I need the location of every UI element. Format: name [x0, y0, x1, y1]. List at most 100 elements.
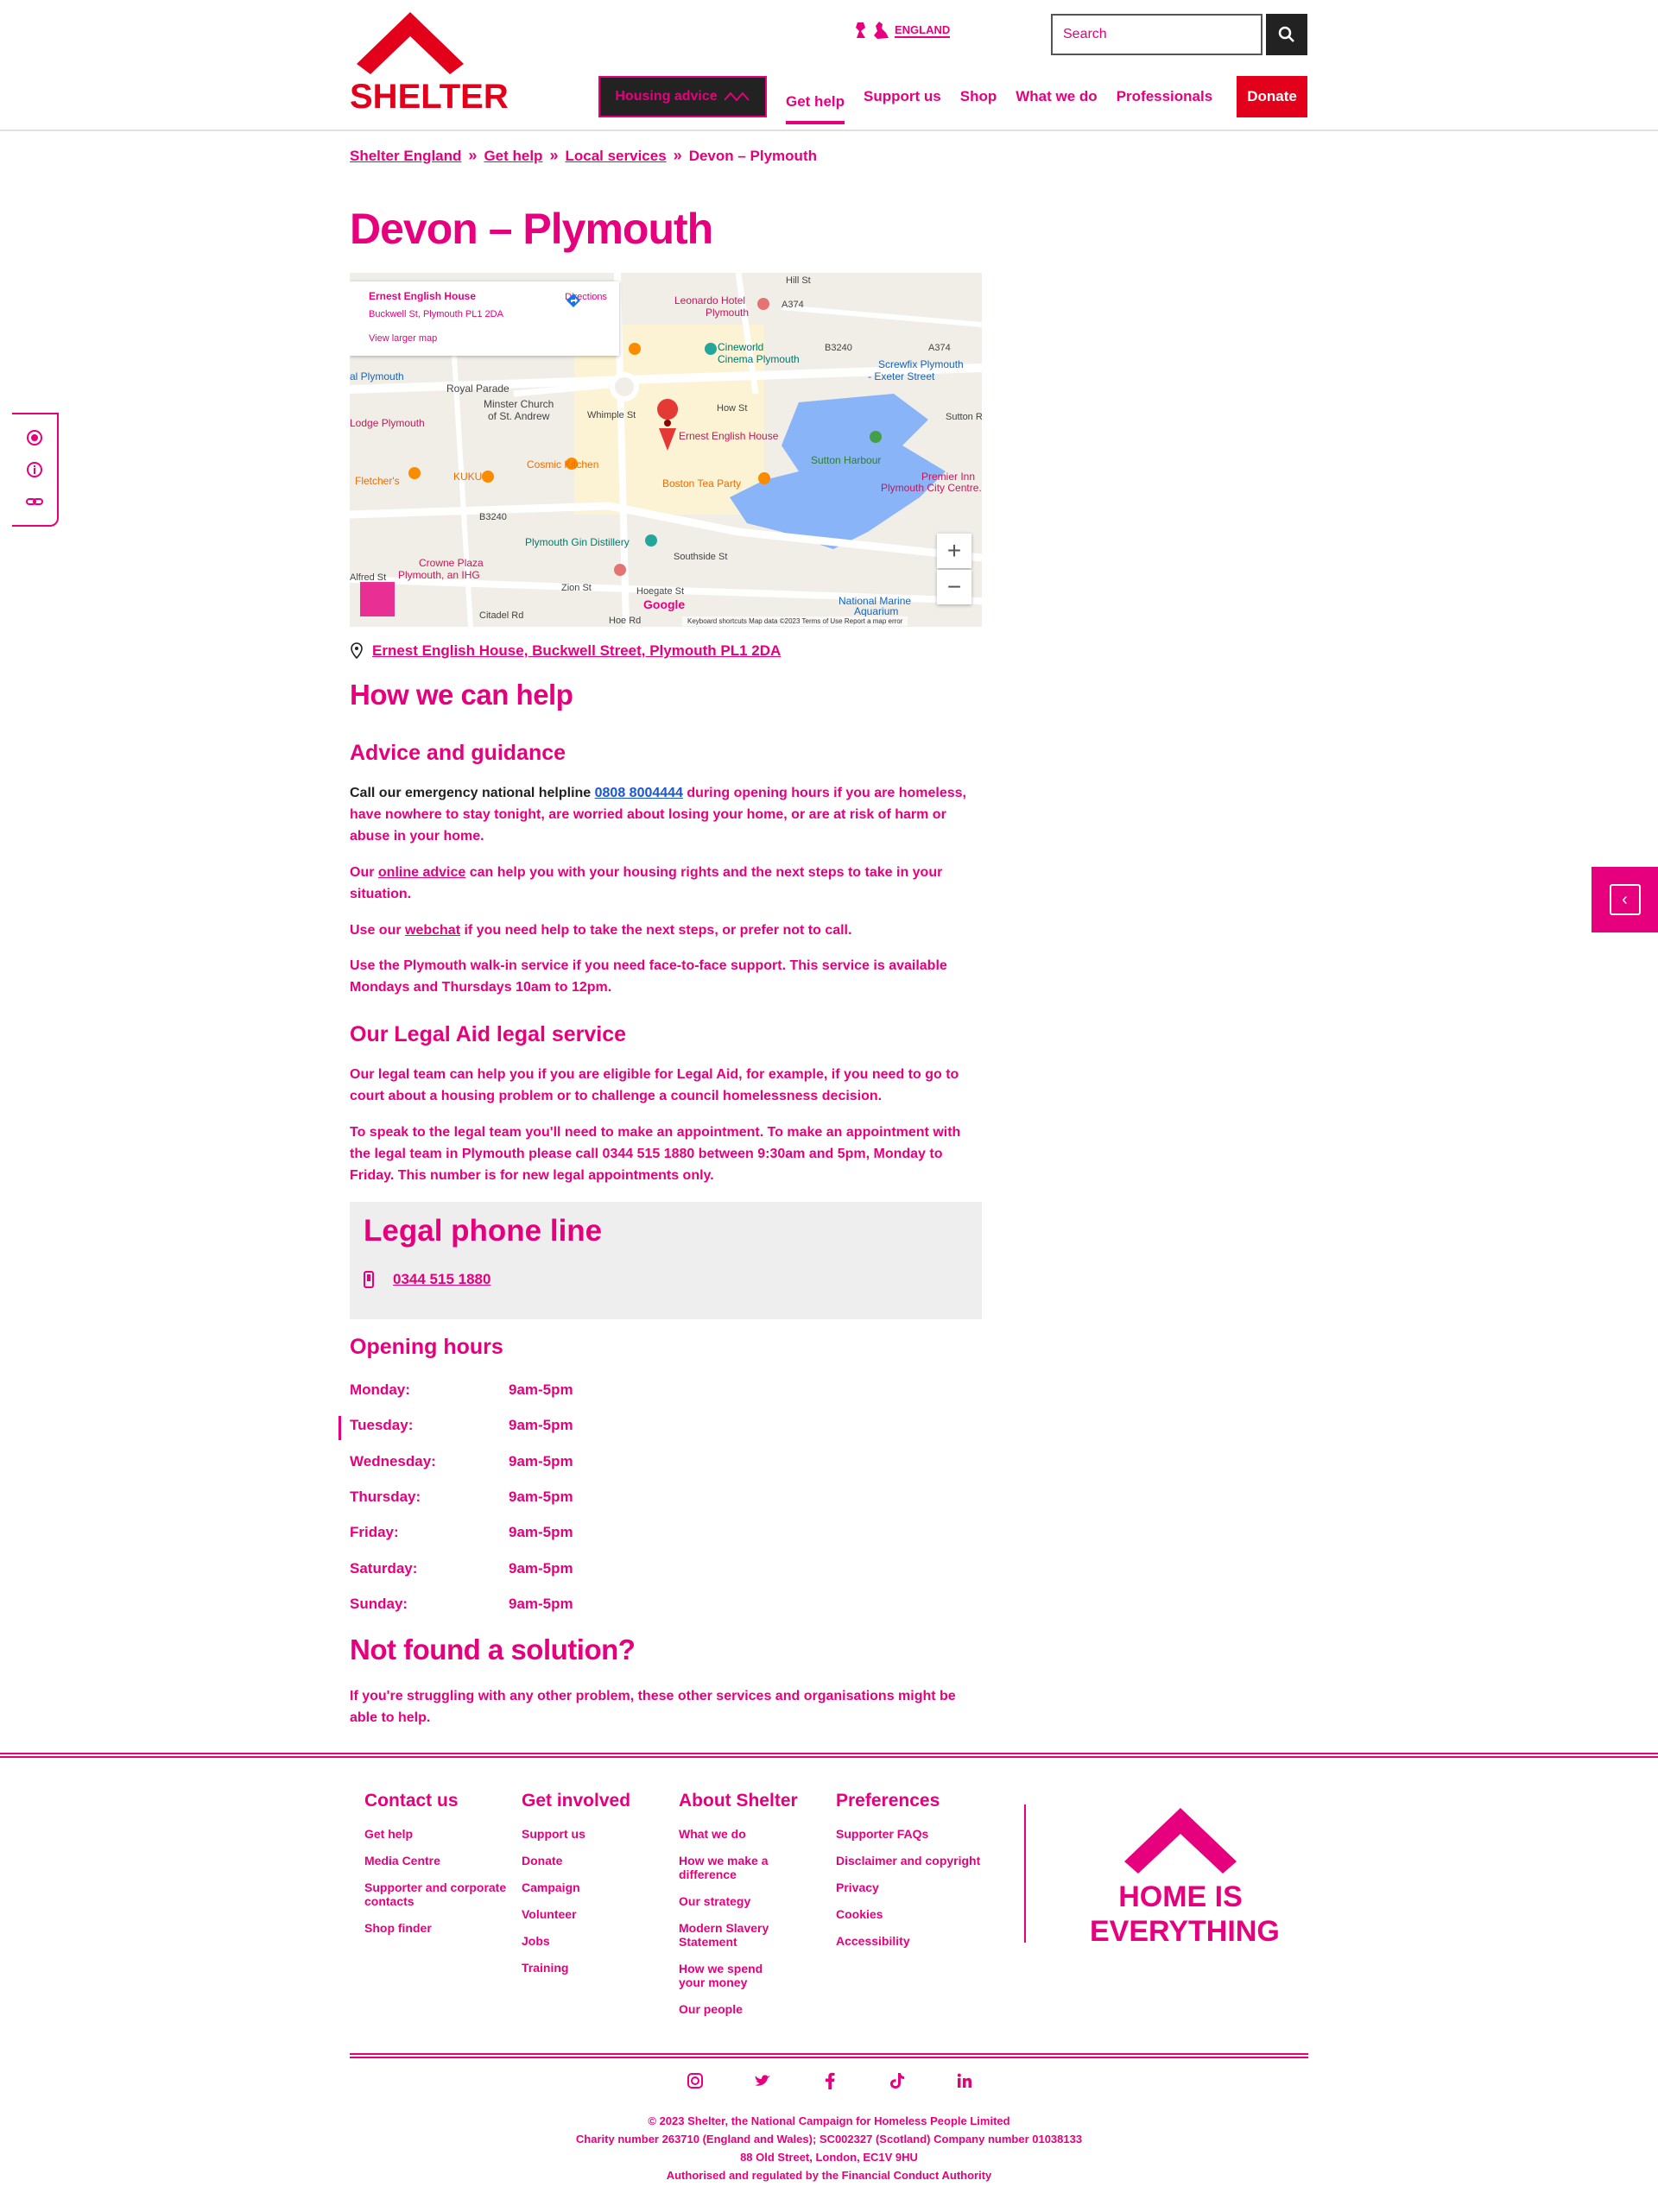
shelter-logo[interactable]: SHELTER: [350, 12, 509, 116]
svg-text:Sutton Rd: Sutton Rd: [946, 412, 982, 422]
svg-text:Sutton Harbour: Sutton Harbour: [811, 454, 881, 466]
svg-text:Leonardo Hotel: Leonardo Hotel: [674, 294, 745, 307]
tiktok-icon[interactable]: [889, 2072, 906, 2089]
hours-time: 9am-5pm: [509, 1524, 573, 1540]
footer-heading: Get involved: [522, 1791, 631, 1811]
map-info-card: Ernest English House Buckwell St, Plymou…: [350, 281, 619, 356]
accessibility-toolbar: [12, 413, 59, 527]
social-links: [687, 2072, 973, 2089]
breadcrumb-local-services[interactable]: Local services: [565, 148, 666, 165]
svg-text:Lodge Plymouth: Lodge Plymouth: [350, 417, 425, 429]
zoom-out-button[interactable]: −: [937, 570, 971, 604]
directions-button[interactable]: Directions: [565, 292, 607, 307]
helpline-prefix: Call our emergency national helpline: [350, 786, 595, 800]
footer-link[interactable]: Accessibility: [836, 1934, 991, 1948]
roof-icon: [357, 12, 464, 74]
svg-text:Aquarium: Aquarium: [854, 605, 898, 617]
zoom-in-button[interactable]: +: [937, 534, 971, 568]
roof-icon: [1124, 1808, 1237, 1874]
hours-day: Thursday:: [350, 1488, 421, 1505]
online-advice-link[interactable]: online advice: [378, 865, 465, 880]
side-panel-toggle[interactable]: ‹: [1592, 867, 1658, 932]
footer-link[interactable]: Our strategy: [679, 1894, 782, 1908]
map-attribution[interactable]: Keyboard shortcuts Map data ©2023 Terms …: [682, 616, 908, 626]
footer-link[interactable]: Cookies: [836, 1907, 991, 1921]
housing-advice-button[interactable]: Housing advice: [598, 76, 767, 117]
footer-legal-text: © 2023 Shelter, the National Campaign fo…: [350, 2112, 1308, 2184]
footer-link[interactable]: Campaign: [522, 1880, 668, 1894]
webchat-prefix: Use our: [350, 923, 406, 938]
info-icon[interactable]: [26, 461, 43, 478]
nav-get-help[interactable]: Get help: [786, 69, 845, 124]
view-larger-map-link[interactable]: View larger map: [369, 333, 600, 344]
search-icon: [1278, 26, 1294, 42]
webchat-paragraph: Use our webchat if you need help to take…: [350, 920, 982, 941]
google-logo: Google: [643, 597, 686, 611]
flag-icon: [856, 22, 865, 38]
site-header: SHELTER ENGLAND Housing advice Get help …: [0, 0, 1658, 131]
footer-link[interactable]: Support us: [522, 1827, 668, 1841]
footer-col-contact: Contact us Get help Media Centre Support…: [364, 1791, 511, 1948]
svg-text:A374: A374: [782, 300, 804, 310]
search-input[interactable]: [1053, 16, 1261, 54]
donate-button[interactable]: Donate: [1237, 76, 1307, 117]
webchat-link[interactable]: webchat: [405, 923, 460, 938]
embedded-map[interactable]: Leonardo Hotel Plymouth Cineworld Cinema…: [350, 273, 982, 627]
opening-hours-heading: Opening hours: [350, 1335, 503, 1359]
chevron-right-icon: »: [549, 147, 559, 164]
hours-day: Wednesday:: [350, 1453, 436, 1469]
nav-what-we-do[interactable]: What we do: [1016, 76, 1097, 117]
footer-link[interactable]: Volunteer: [522, 1907, 668, 1921]
footer-link[interactable]: Disclaimer and copyright: [836, 1854, 991, 1868]
nav-professionals[interactable]: Professionals: [1117, 76, 1213, 117]
nav-shop[interactable]: Shop: [960, 76, 997, 117]
footer-link[interactable]: Supporter and corporate contacts: [364, 1880, 511, 1908]
footer-link[interactable]: Modern Slavery Statement: [679, 1921, 782, 1949]
legal-phone-link[interactable]: 0344 515 1880: [393, 1271, 490, 1288]
record-icon[interactable]: [26, 429, 43, 446]
footer-col-preferences: Preferences Supporter FAQs Disclaimer an…: [836, 1791, 991, 1961]
online-advice-prefix: Our: [350, 865, 378, 880]
hours-row-friday: Friday: 9am-5pm: [350, 1524, 573, 1541]
hours-day: Saturday:: [350, 1560, 418, 1577]
svg-text:Plymouth City Centre...: Plymouth City Centre...: [881, 482, 982, 494]
country-selector[interactable]: ENGLAND: [855, 19, 951, 41]
nav-support-us[interactable]: Support us: [864, 76, 941, 117]
footer-link[interactable]: Supporter FAQs: [836, 1827, 991, 1841]
twitter-icon[interactable]: [754, 2072, 771, 2089]
breadcrumb-shelter-england[interactable]: Shelter England: [350, 148, 461, 165]
breadcrumb-get-help[interactable]: Get help: [484, 148, 542, 165]
footer-link[interactable]: What we do: [679, 1827, 782, 1841]
footer-col-get-involved: Get involved Support us Donate Campaign …: [522, 1791, 668, 1988]
location-pin-icon: [351, 642, 363, 660]
footer-link[interactable]: Shop finder: [364, 1921, 511, 1935]
svg-text:Premier Inn: Premier Inn: [921, 471, 975, 483]
helpline-phone-link[interactable]: 0808 8004444: [595, 786, 683, 800]
svg-text:Hoe Rd: Hoe Rd: [609, 616, 641, 626]
street-view-icon[interactable]: [360, 582, 395, 616]
footer-link[interactable]: Training: [522, 1961, 668, 1975]
hours-row-wednesday: Wednesday: 9am-5pm: [350, 1453, 573, 1470]
address-link[interactable]: Ernest English House, Buckwell Street, P…: [372, 642, 781, 660]
footer-link[interactable]: Media Centre: [364, 1854, 511, 1868]
footer-link[interactable]: How we make a difference: [679, 1854, 782, 1881]
svg-text:Hoegate St: Hoegate St: [636, 586, 684, 597]
hours-time: 9am-5pm: [509, 1596, 573, 1612]
search-field[interactable]: [1051, 14, 1262, 55]
svg-text:Whimple St: Whimple St: [587, 410, 636, 420]
facebook-icon[interactable]: [821, 2072, 838, 2089]
search-button[interactable]: [1266, 14, 1307, 55]
footer-link[interactable]: Privacy: [836, 1880, 991, 1894]
footer-link[interactable]: Get help: [364, 1827, 511, 1841]
footer-link[interactable]: How we spend your money: [679, 1962, 782, 1989]
main-nav: Housing advice Get help Support us Shop …: [598, 76, 1213, 124]
footer-link[interactable]: Donate: [522, 1854, 668, 1868]
hours-time: 9am-5pm: [509, 1381, 573, 1398]
link-icon[interactable]: [26, 493, 43, 510]
footer-link[interactable]: Our people: [679, 2002, 782, 2016]
linkedin-icon[interactable]: [956, 2072, 973, 2089]
instagram-icon[interactable]: [687, 2072, 704, 2089]
legal-line: Authorised and regulated by the Financia…: [666, 2169, 992, 2182]
webchat-suffix: if you need help to take the next steps,…: [460, 923, 852, 938]
footer-link[interactable]: Jobs: [522, 1934, 668, 1948]
